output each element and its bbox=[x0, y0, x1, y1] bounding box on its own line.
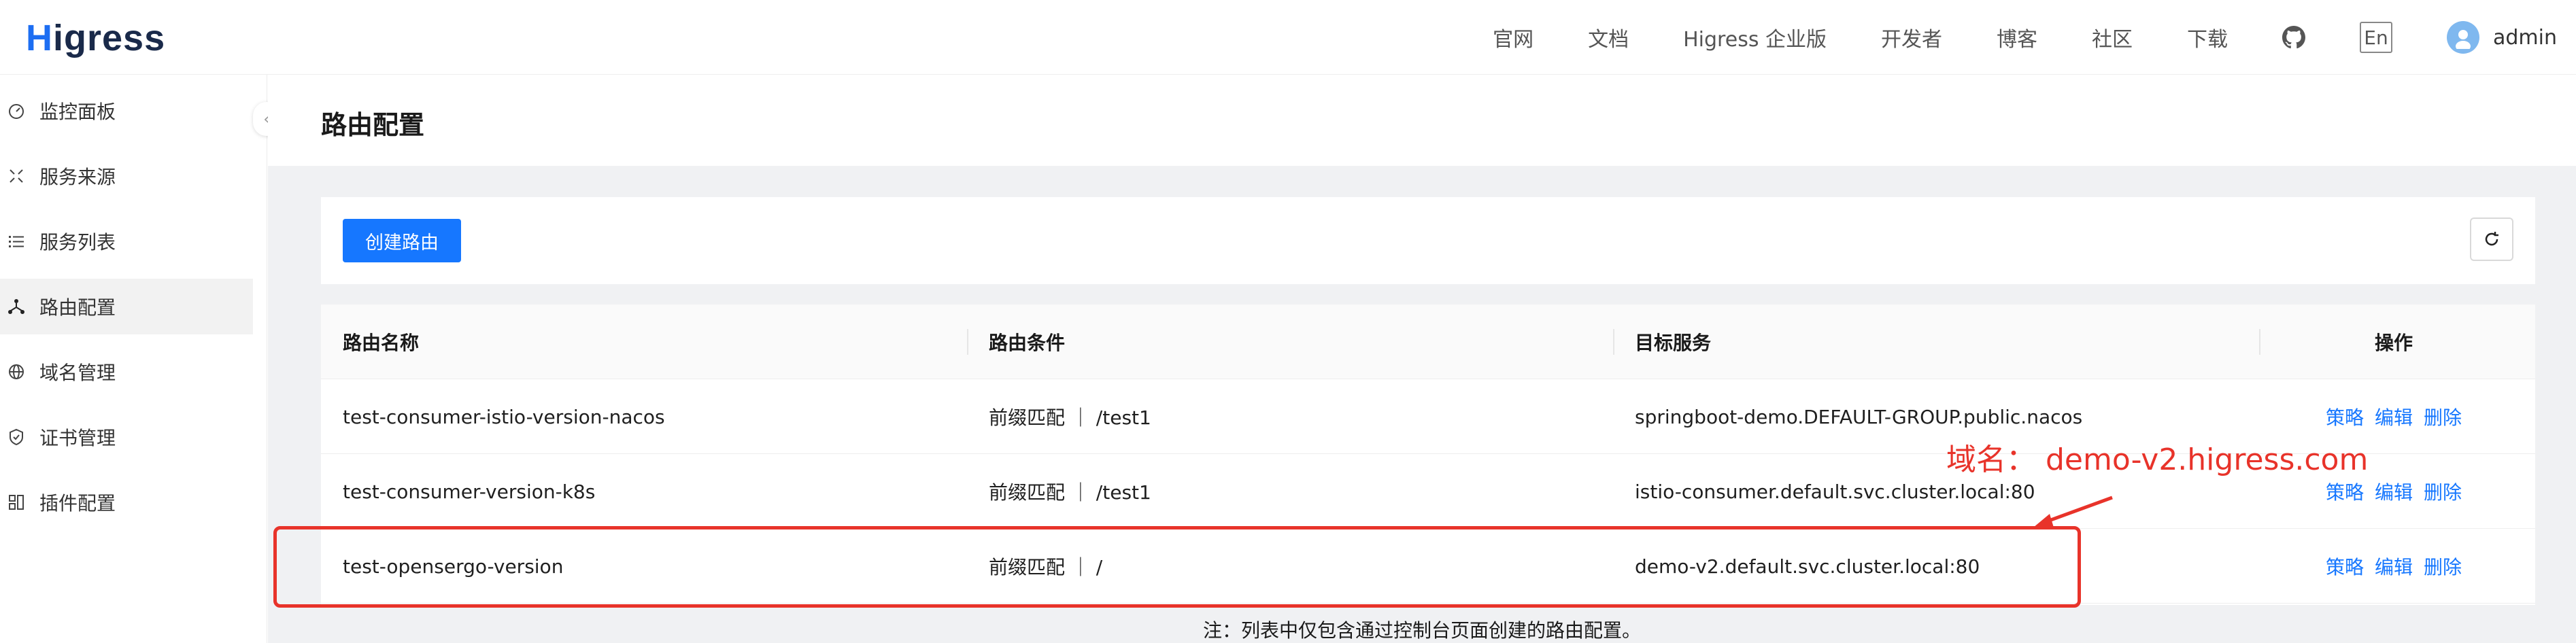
avatar-icon bbox=[2456, 30, 2471, 49]
route-condition-cell: 前缀匹配 ｜ /test1 bbox=[989, 406, 1151, 429]
nav-docs[interactable]: 文档 bbox=[1588, 22, 1629, 52]
language-switch[interactable]: En bbox=[2360, 22, 2392, 53]
sidebar-item-label: 监控面板 bbox=[39, 101, 116, 123]
route-toolbar: 创建路由 bbox=[321, 197, 2535, 284]
sidebar: 监控面板 服务来源 服务列表 路由配置 域名管理 证书管理 插件配置 bbox=[0, 75, 267, 643]
annotation-highlight-box bbox=[273, 526, 2081, 608]
edit-link[interactable]: 编辑 bbox=[2375, 478, 2413, 505]
service-source-icon bbox=[7, 167, 26, 186]
policy-link[interactable]: 策略 bbox=[2326, 403, 2364, 430]
column-header-actions: 操作 bbox=[2375, 332, 2413, 354]
nav-download[interactable]: 下载 bbox=[2187, 22, 2228, 52]
route-name-cell: test-consumer-istio-version-nacos bbox=[343, 405, 665, 428]
certificate-icon bbox=[7, 428, 26, 447]
page-title: 路由配置 bbox=[321, 110, 425, 140]
policy-link[interactable]: 策略 bbox=[2326, 478, 2364, 505]
globe-icon bbox=[7, 362, 26, 381]
dashboard-icon bbox=[7, 101, 26, 120]
column-divider bbox=[967, 329, 968, 355]
edit-link[interactable]: 编辑 bbox=[2375, 403, 2413, 430]
table-footnote: 注：列表中仅包含通过控制台页面创建的路由配置。 bbox=[1202, 619, 1641, 642]
policy-link[interactable]: 策略 bbox=[2326, 553, 2364, 580]
plugin-icon bbox=[7, 493, 26, 512]
sidebar-item-plugin[interactable]: 插件配置 bbox=[0, 474, 253, 530]
higress-logo[interactable]: Higress bbox=[26, 18, 165, 58]
nav-community[interactable]: 社区 bbox=[2092, 22, 2133, 52]
column-divider bbox=[1613, 329, 1614, 355]
github-icon[interactable] bbox=[2282, 26, 2305, 49]
route-name-cell: test-consumer-version-k8s bbox=[343, 480, 596, 503]
annotation-arrow-icon bbox=[2033, 496, 2113, 527]
user-name: admin bbox=[2493, 25, 2557, 50]
sidebar-item-label: 域名管理 bbox=[39, 362, 116, 384]
delete-link[interactable]: 删除 bbox=[2424, 478, 2462, 505]
table-header: 路由名称 路由条件 目标服务 操作 bbox=[321, 305, 2535, 379]
route-icon bbox=[7, 297, 26, 316]
column-header-route-name: 路由名称 bbox=[343, 332, 420, 354]
row-actions: 策略 编辑 删除 bbox=[2326, 529, 2473, 604]
sidebar-item-dashboard[interactable]: 监控面板 bbox=[0, 83, 253, 139]
nav-developers[interactable]: 开发者 bbox=[1881, 22, 1942, 52]
nav-enterprise[interactable]: Higress 企业版 bbox=[1683, 22, 1827, 52]
nav-official-site[interactable]: 官网 bbox=[1493, 22, 1533, 52]
sidebar-item-domain[interactable]: 域名管理 bbox=[0, 344, 253, 400]
column-divider bbox=[2259, 329, 2260, 355]
sidebar-item-route-config[interactable]: 路由配置 bbox=[0, 279, 253, 334]
sidebar-item-label: 证书管理 bbox=[39, 427, 116, 449]
sidebar-item-label: 路由配置 bbox=[39, 296, 116, 319]
avatar bbox=[2447, 21, 2479, 54]
nav-blog[interactable]: 博客 bbox=[1997, 22, 2037, 52]
top-nav: 官网 文档 Higress 企业版 开发者 博客 社区 下载 En admin bbox=[1493, 0, 2576, 75]
logo-h: H bbox=[26, 18, 53, 58]
create-route-button[interactable]: 创建路由 bbox=[343, 219, 461, 262]
sidebar-item-service-source[interactable]: 服务来源 bbox=[0, 148, 253, 204]
sidebar-item-service-list[interactable]: 服务列表 bbox=[0, 213, 253, 269]
column-header-target-service: 目标服务 bbox=[1635, 332, 1712, 354]
sidebar-item-certificate[interactable]: 证书管理 bbox=[0, 409, 253, 465]
delete-link[interactable]: 删除 bbox=[2424, 553, 2462, 580]
refresh-button[interactable] bbox=[2470, 218, 2513, 261]
sidebar-item-label: 服务来源 bbox=[39, 166, 116, 188]
annotation-text: 域名： demo-v2.higress.com bbox=[1946, 442, 2369, 477]
route-condition-cell: 前缀匹配 ｜ /test1 bbox=[989, 481, 1151, 504]
user-menu[interactable]: admin bbox=[2447, 21, 2557, 54]
page-header: 路由配置 bbox=[268, 75, 2576, 166]
logo-text: igress bbox=[53, 18, 166, 58]
top-header: Higress 官网 文档 Higress 企业版 开发者 博客 社区 下载 E… bbox=[0, 0, 2576, 75]
column-header-route-condition: 路由条件 bbox=[989, 332, 1066, 354]
refresh-icon bbox=[2485, 232, 2498, 246]
sidebar-item-label: 插件配置 bbox=[39, 492, 116, 515]
edit-link[interactable]: 编辑 bbox=[2375, 553, 2413, 580]
delete-link[interactable]: 删除 bbox=[2424, 403, 2462, 430]
sidebar-item-label: 服务列表 bbox=[39, 231, 116, 254]
list-icon bbox=[7, 232, 26, 251]
